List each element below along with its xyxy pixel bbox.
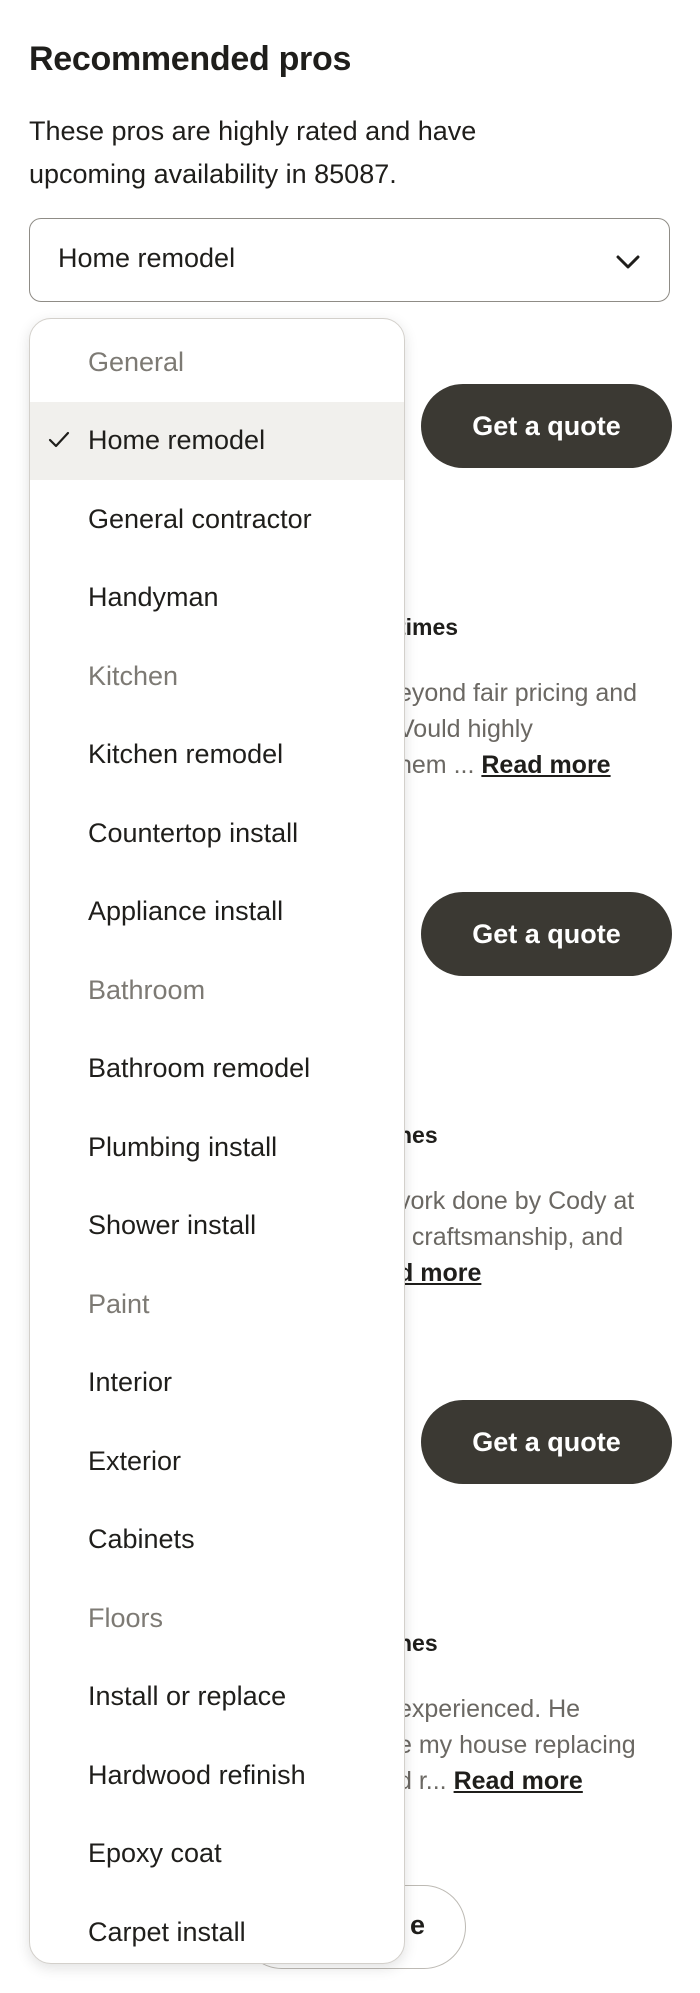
get-quote-button[interactable]: Get a quote bbox=[421, 1400, 672, 1484]
menu-item-label: Plumbing install bbox=[88, 1131, 278, 1162]
review-text: vork done by Cody at bbox=[398, 1187, 635, 1215]
page-subtitle: These pros are highly rated and have upc… bbox=[29, 116, 477, 189]
menu-item-label: Handyman bbox=[88, 582, 219, 613]
menu-item-label: General contractor bbox=[88, 503, 312, 534]
see-more-label: e bbox=[409, 1910, 425, 1940]
menu-option-exterior[interactable]: Exterior bbox=[30, 1422, 404, 1501]
menu-item-label: Paint bbox=[88, 1288, 150, 1319]
get-quote-button[interactable]: Get a quote bbox=[421, 384, 672, 468]
service-dropdown-menu: General Home remodel General contractor Han… bbox=[29, 318, 405, 1964]
menu-group-header-bathroom: Bathroom bbox=[30, 951, 404, 1030]
menu-item-label: Bathroom remodel bbox=[88, 1053, 311, 1084]
menu-option-plumbing-install[interactable]: Plumbing install bbox=[30, 1108, 404, 1187]
chevron-down-icon bbox=[616, 255, 640, 269]
get-quote-button[interactable]: Get a quote bbox=[421, 892, 672, 976]
hires-text: times bbox=[398, 614, 459, 640]
review-text-end: hem ... Read more bbox=[398, 747, 611, 783]
menu-item-label: Floors bbox=[88, 1602, 164, 1633]
menu-option-install-or-replace[interactable]: Install or replace bbox=[30, 1658, 404, 1737]
menu-option-epoxy-coat[interactable]: Epoxy coat bbox=[30, 1815, 404, 1894]
review-text: d r... bbox=[398, 1767, 447, 1795]
review-text: experienced. He bbox=[398, 1695, 581, 1723]
menu-option-interior[interactable]: Interior bbox=[30, 1344, 404, 1423]
page-title: Recommended pros bbox=[29, 40, 352, 78]
menu-item-label: Interior bbox=[88, 1367, 173, 1398]
review-text-end: d more bbox=[398, 1255, 481, 1291]
review-text: Vould highly bbox=[398, 715, 533, 743]
menu-item-label: Home remodel bbox=[88, 425, 266, 456]
menu-option-cabinets[interactable]: Cabinets bbox=[30, 1501, 404, 1580]
menu-item-label: Kitchen remodel bbox=[88, 739, 284, 770]
menu-item-label: Kitchen bbox=[88, 660, 179, 691]
menu-option-home-remodel[interactable]: Home remodel bbox=[30, 401, 404, 480]
menu-item-label: Countertop install bbox=[88, 817, 299, 848]
menu-option-hardwood-refinish[interactable]: Hardwood refinish bbox=[30, 1736, 404, 1815]
menu-option-general-contractor[interactable]: General contractor bbox=[30, 480, 404, 559]
menu-item-label: Hardwood refinish bbox=[88, 1759, 306, 1790]
read-more-link[interactable]: d more bbox=[398, 1259, 481, 1287]
menu-group-header-kitchen: Kitchen bbox=[30, 637, 404, 716]
checkmark-icon bbox=[48, 431, 70, 447]
review-text: hem ... bbox=[398, 751, 475, 779]
review-text: eyond fair pricing and bbox=[398, 679, 638, 707]
menu-item-label: Appliance install bbox=[88, 896, 284, 927]
menu-option-appliance-install[interactable]: Appliance install bbox=[30, 873, 404, 952]
menu-item-label: General bbox=[88, 346, 185, 377]
menu-item-label: Exterior bbox=[88, 1445, 182, 1476]
menu-item-label: Carpet install bbox=[88, 1916, 246, 1947]
service-select[interactable]: Home remodel bbox=[29, 218, 670, 302]
menu-item-label: Epoxy coat bbox=[88, 1838, 222, 1869]
review-text-end: d r... Read more bbox=[398, 1763, 583, 1799]
review-text: e my house replacing bbox=[398, 1731, 636, 1759]
menu-group-header-general: General bbox=[30, 323, 404, 402]
menu-option-bathroom-remodel[interactable]: Bathroom remodel bbox=[30, 1030, 404, 1109]
menu-option-shower-install[interactable]: Shower install bbox=[30, 1187, 404, 1266]
menu-option-kitchen-remodel[interactable]: Kitchen remodel bbox=[30, 716, 404, 795]
menu-group-header-paint: Paint bbox=[30, 1265, 404, 1344]
menu-option-handyman[interactable]: Handyman bbox=[30, 559, 404, 638]
review-text: , craftsmanship, and bbox=[398, 1223, 624, 1251]
menu-item-label: Shower install bbox=[88, 1210, 257, 1241]
read-more-link[interactable]: Read more bbox=[454, 1767, 583, 1795]
menu-item-label: Cabinets bbox=[88, 1524, 195, 1555]
menu-option-countertop-install[interactable]: Countertop install bbox=[30, 794, 404, 873]
menu-option-carpet-install[interactable]: Carpet install bbox=[30, 1893, 404, 1963]
menu-group-header-floors: Floors bbox=[30, 1579, 404, 1658]
read-more-link[interactable]: Read more bbox=[481, 751, 610, 779]
select-value: Home remodel bbox=[58, 243, 236, 273]
menu-item-label: Install or replace bbox=[88, 1681, 287, 1712]
menu-item-label: Bathroom bbox=[88, 974, 206, 1005]
